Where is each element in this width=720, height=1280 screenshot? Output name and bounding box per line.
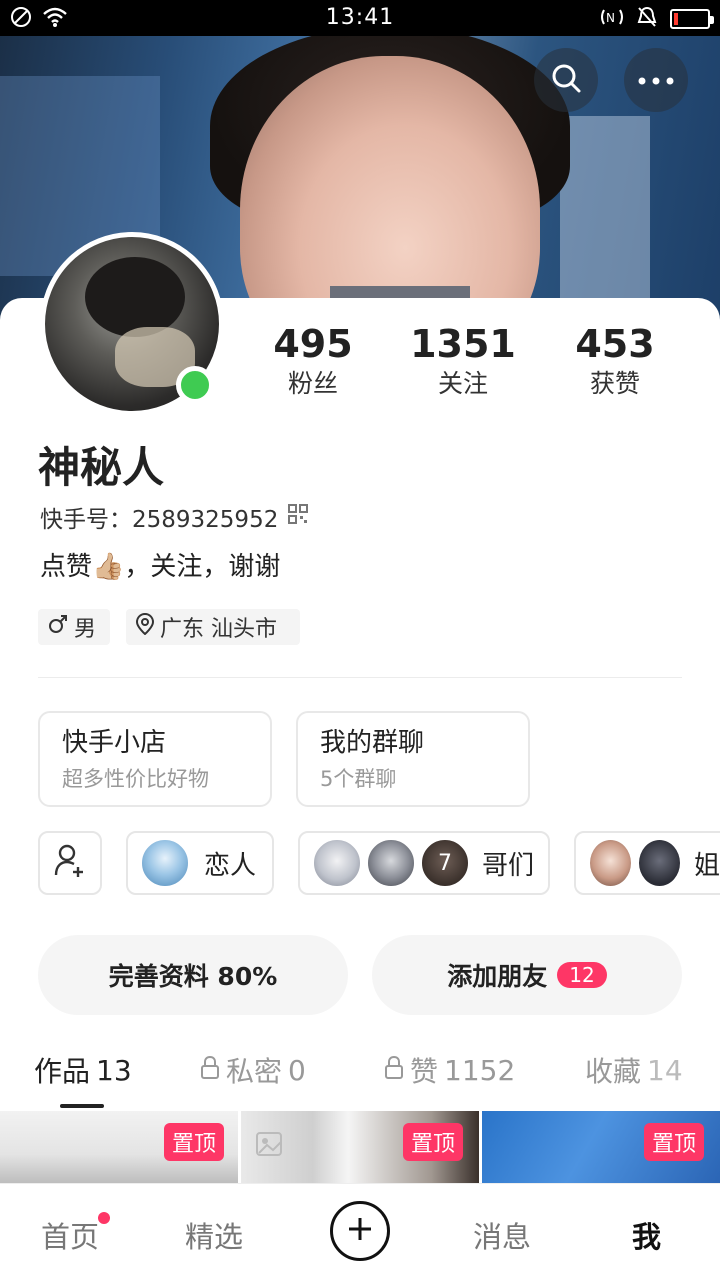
lock-icon [384, 1054, 404, 1087]
nav-me[interactable]: 我 [632, 1214, 661, 1256]
work-thumbnail[interactable]: 置顶 [241, 1111, 479, 1183]
tab-private[interactable]: 私密 0 [200, 1050, 306, 1090]
gender-text: 男 [74, 617, 97, 642]
tab-label: 赞 [410, 1055, 439, 1088]
relation-sisters[interactable]: 姐 [574, 831, 720, 895]
location-text: 广东 汕头市 [160, 617, 277, 642]
stat-following[interactable]: 1351 关注 [393, 322, 533, 402]
qr-code-icon[interactable] [288, 504, 309, 530]
pinned-badge: 置顶 [644, 1123, 705, 1161]
location-tag: 广东 汕头市 [126, 609, 300, 645]
location-icon [135, 612, 155, 641]
sisters-label: 姐 [693, 850, 720, 881]
stat-number: 453 [575, 322, 655, 366]
male-icon [48, 614, 68, 640]
svg-text:N: N [606, 11, 615, 25]
bro-avatar [366, 838, 416, 888]
mute-icon [636, 6, 658, 32]
lover-label: 恋人 [204, 850, 257, 881]
tab-label: 作品 [34, 1055, 91, 1088]
group-chat-entry[interactable]: 我的群聊 5个群聊 [296, 711, 530, 807]
works-grid: 置顶 置顶 置顶 [0, 1111, 720, 1183]
relation-bros[interactable]: 7 哥们 [298, 831, 550, 895]
shop-subtitle: 超多性价比好物 [62, 767, 209, 791]
stat-followers[interactable]: 495 粉丝 [243, 322, 383, 402]
add-friend-badge: 12 [557, 962, 607, 988]
stat-label: 获赞 [589, 369, 640, 398]
image-icon [255, 1129, 285, 1163]
nfc-icon: N [600, 6, 624, 32]
search-button[interactable] [534, 48, 598, 112]
more-icon [636, 71, 676, 90]
kuaishou-id[interactable]: 快手号：2589325952 [40, 500, 309, 534]
bro-avatar [312, 838, 362, 888]
tab-count: 0 [288, 1053, 306, 1087]
add-person-icon [54, 843, 86, 883]
nav-messages[interactable]: 消息 [473, 1214, 531, 1256]
add-friend-label: 添加朋友 [447, 962, 548, 991]
gender-tag: 男 [38, 609, 110, 645]
tab-label: 私密 [226, 1055, 283, 1088]
lock-icon [200, 1054, 220, 1087]
group-chat-subtitle: 5个群聊 [320, 767, 397, 791]
lover-avatar [140, 838, 190, 888]
tab-label: 收藏 [585, 1055, 642, 1088]
stat-number: 495 [273, 322, 353, 366]
nav-home[interactable]: 首页 [41, 1214, 99, 1256]
pinned-badge: 置顶 [164, 1123, 225, 1161]
status-bar: 13:41 N [0, 0, 720, 36]
stat-number: 1351 [410, 322, 516, 366]
pinned-badge: 置顶 [403, 1123, 464, 1161]
kuaishou-id-text: 快手号：2589325952 [40, 507, 279, 533]
bio-text: 点赞👍🏼，关注，谢谢 [40, 552, 281, 582]
battery-icon [670, 9, 714, 29]
relation-lover[interactable]: 恋人 [126, 831, 274, 895]
add-friend-button[interactable]: 添加朋友 12 [372, 935, 682, 1015]
add-relation-button[interactable] [38, 831, 102, 895]
active-tab-indicator [60, 1104, 104, 1108]
stat-label: 粉丝 [287, 369, 338, 398]
divider [38, 677, 682, 678]
tab-count: 14 [647, 1053, 683, 1087]
tab-liked[interactable]: 赞 1152 [384, 1050, 515, 1090]
bros-label: 哥们 [482, 850, 535, 881]
work-thumbnail[interactable]: 置顶 [482, 1111, 720, 1183]
search-icon [549, 61, 583, 99]
tab-count: 13 [96, 1053, 132, 1087]
online-status-dot [176, 366, 214, 404]
plus-icon [347, 1216, 373, 1246]
complete-profile-button[interactable]: 完善资料 80% [38, 935, 348, 1015]
complete-profile-label: 完善资料 80% [108, 962, 278, 991]
tab-count: 1152 [444, 1053, 516, 1087]
bro-more-count: 7 [420, 838, 470, 888]
stat-likes[interactable]: 453 获赞 [545, 322, 685, 402]
content-tabs: 作品 13 私密 0 赞 1152 收藏 14 [0, 1040, 720, 1110]
stat-label: 关注 [437, 369, 488, 398]
shop-entry[interactable]: 快手小店 超多性价比好物 [38, 711, 272, 807]
sister-avatar [588, 838, 633, 888]
shop-title: 快手小店 [62, 728, 167, 758]
work-thumbnail[interactable]: 置顶 [0, 1111, 238, 1183]
profile-name: 神秘人 [38, 443, 165, 492]
tab-favorites[interactable]: 收藏 14 [585, 1050, 683, 1090]
create-button[interactable] [330, 1201, 390, 1261]
sister-avatar [636, 838, 682, 888]
group-chat-title: 我的群聊 [320, 728, 425, 758]
more-button[interactable] [624, 48, 688, 112]
home-notification-dot [98, 1212, 110, 1224]
tab-works[interactable]: 作品 13 [34, 1050, 132, 1090]
nav-featured[interactable]: 精选 [185, 1214, 243, 1256]
